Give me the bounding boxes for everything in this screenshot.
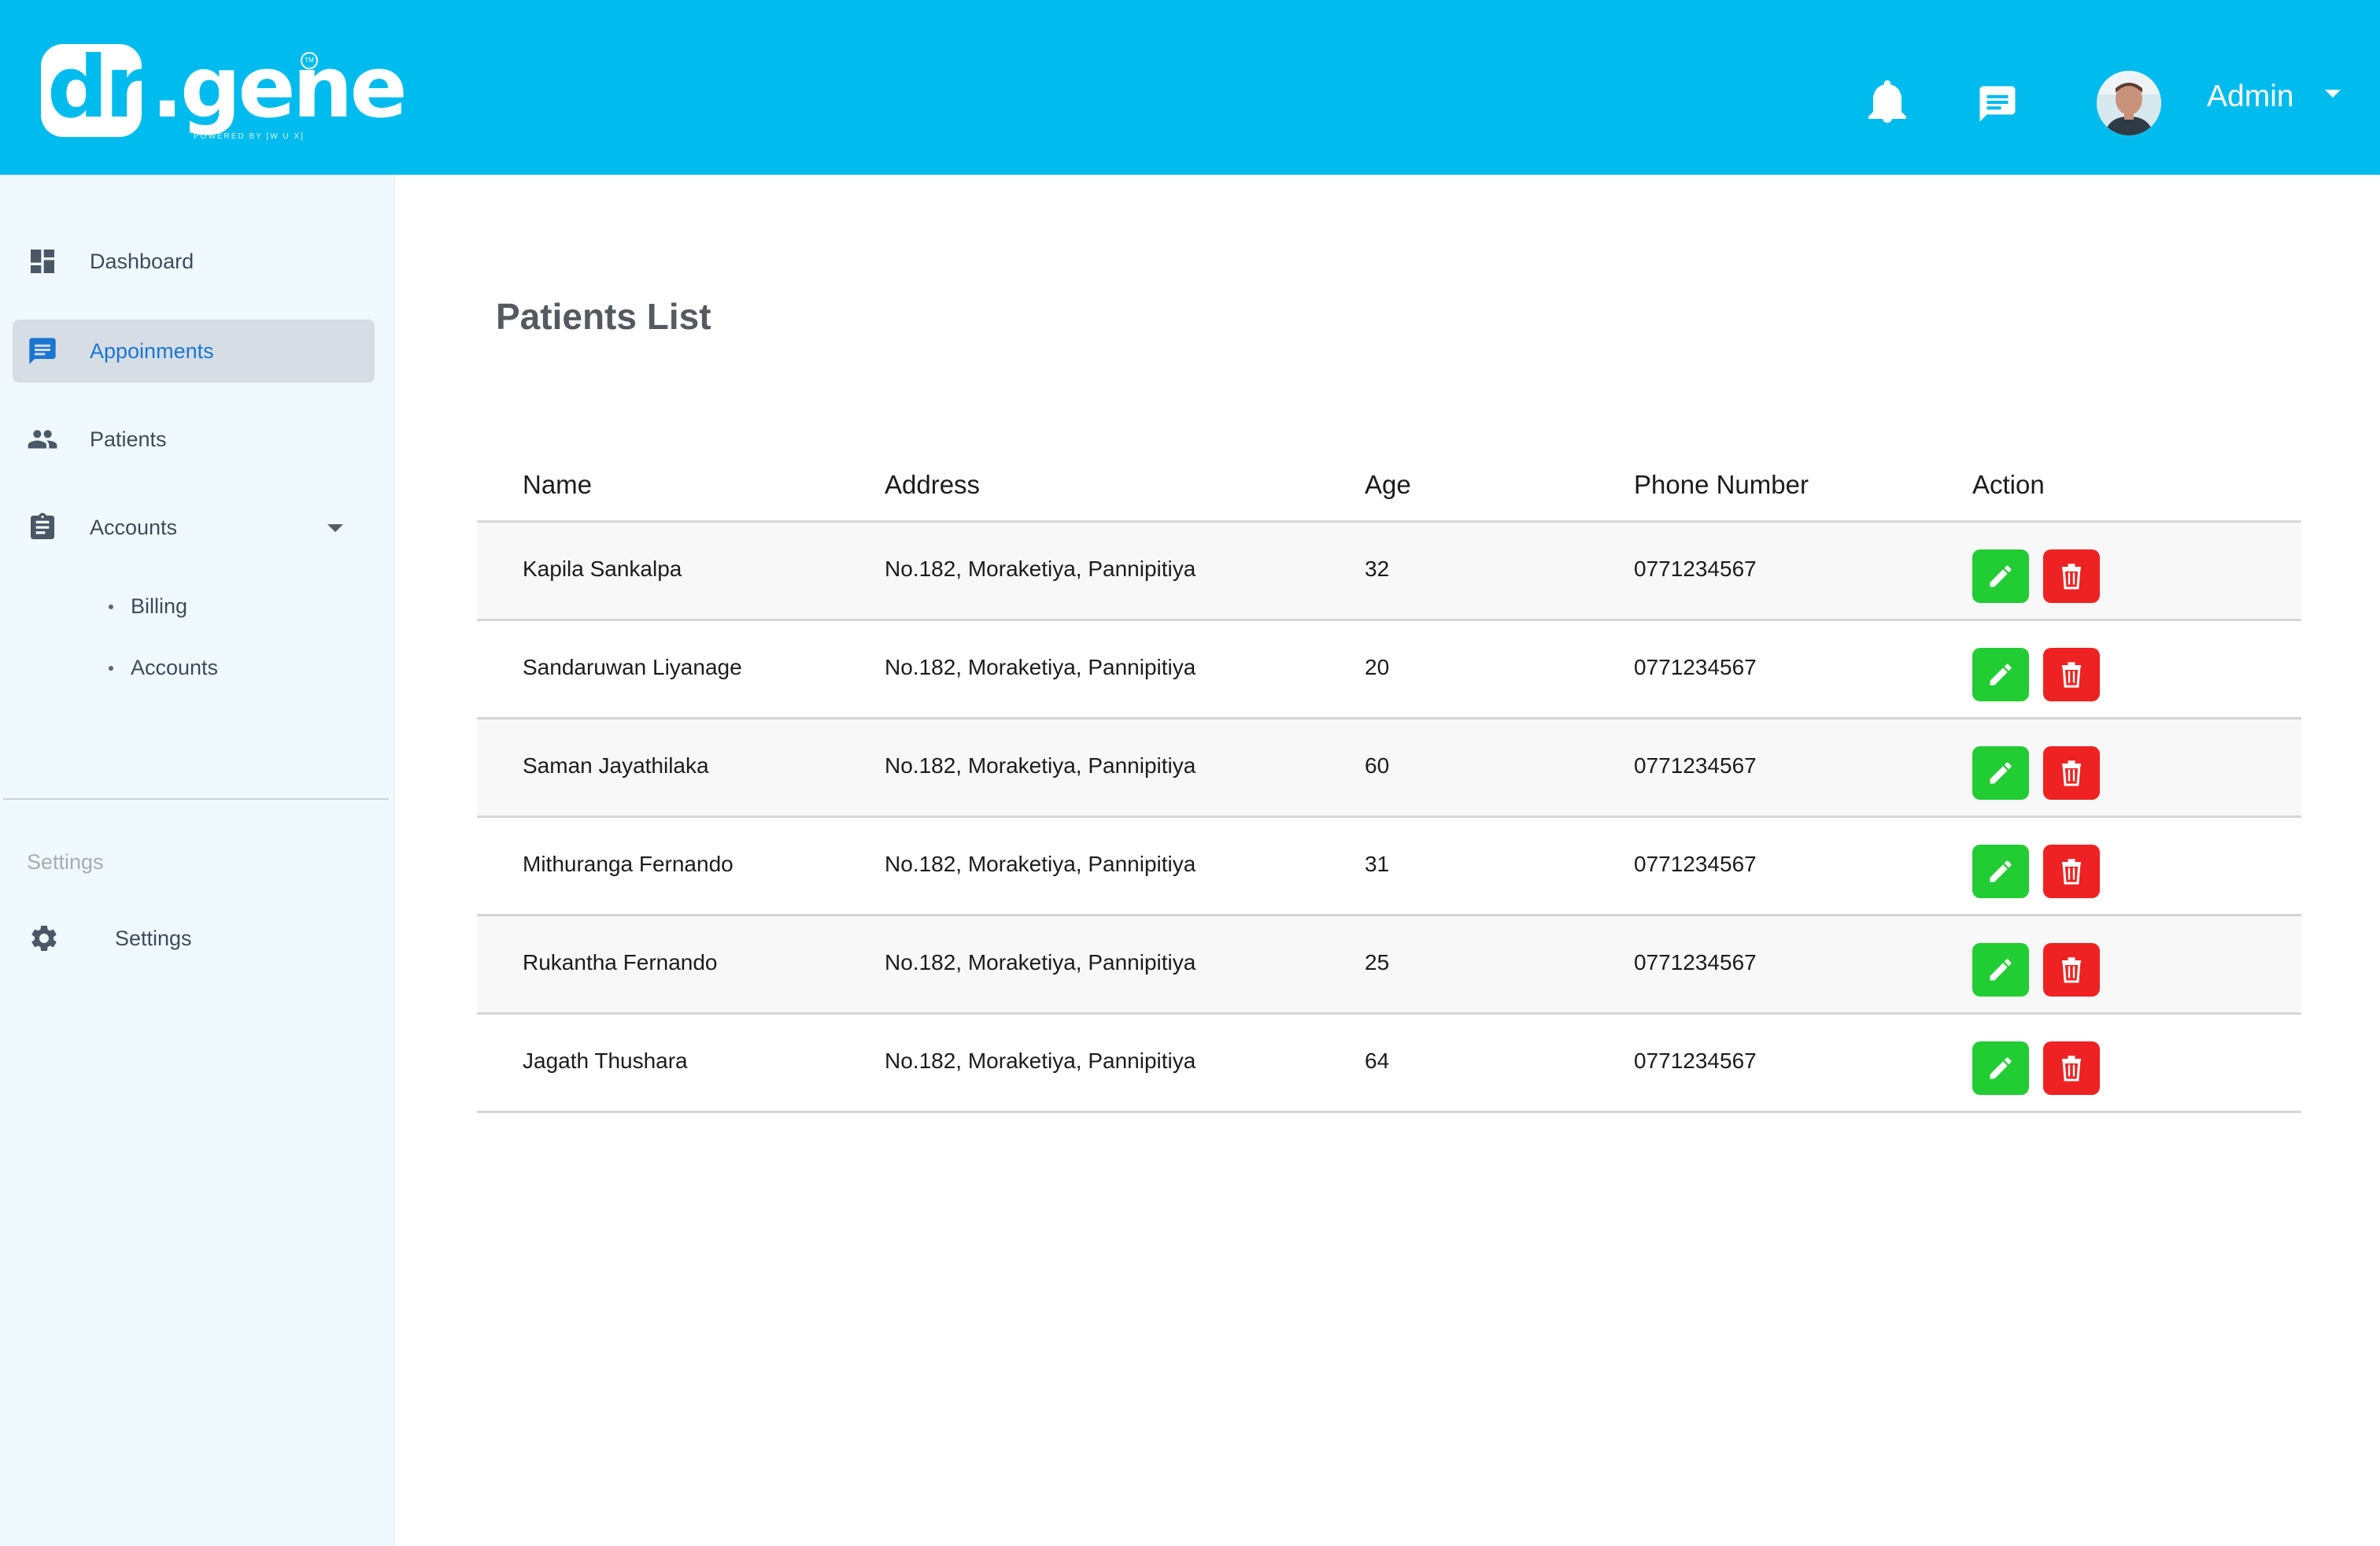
cell-age: 60 [1365,753,1390,778]
edit-button[interactable] [1972,845,2029,898]
cell-phone: 0771234567 [1634,852,1757,876]
page-title: Patients List [496,296,711,337]
edit-button[interactable] [1972,549,2029,603]
column-header-name: Name [523,470,593,499]
pencil-icon [1990,565,2012,587]
top-bar: dr .gene TM POWERED BY [W U X] Admin [0,0,2380,175]
column-header-address: Address [885,470,981,499]
people-icon [27,423,58,455]
logo-box-text: dr [47,39,147,137]
sidebar-item-label: Patients [90,427,167,451]
sidebar-subitem-label: Billing [131,594,188,618]
pencil-icon [1990,664,2012,686]
delete-button[interactable] [2043,746,2100,800]
cell-phone: 0771234567 [1634,1049,1757,1073]
table-row: Jagath Thushara No.182, Moraketiya, Pann… [477,1015,2301,1113]
user-name[interactable]: Admin [2207,79,2294,115]
sidebar-section-label: Settings [27,850,104,874]
sidebar-item-accounts[interactable]: Accounts [13,496,375,559]
sidebar-item-label: Appoinments [90,339,214,363]
sidebar-item-settings[interactable]: Settings [13,907,375,970]
bell-icon[interactable] [1864,79,1911,126]
column-header-action: Action [1972,470,2045,499]
trash-icon [2062,564,2081,590]
trash-icon [2062,859,2081,885]
cell-name: Saman Jayathilaka [523,753,709,778]
chat-icon[interactable] [1974,80,2021,128]
cell-name: Mithuranga Fernando [523,852,734,876]
table-row: Saman Jayathilaka No.182, Moraketiya, Pa… [477,719,2301,818]
sidebar-item-patients[interactable]: Patients [13,408,375,471]
sidebar-item-label: Accounts [90,516,178,539]
main-content: Patients List Name Address Age Phone Num… [395,175,2380,1546]
bullet-icon [109,605,113,609]
cell-age: 20 [1365,655,1390,679]
cell-address: No.182, Moraketiya, Pannipitiya [885,1049,1196,1073]
sidebar-item-label: Dashboard [90,250,194,273]
cell-age: 64 [1365,1049,1390,1073]
cell-phone: 0771234567 [1634,753,1757,778]
column-header-age: Age [1365,470,1411,499]
clipboard-icon [27,512,58,543]
cell-age: 31 [1365,852,1390,876]
trash-icon [2062,957,2081,983]
delete-button[interactable] [2043,549,2100,603]
dashboard-icon [27,246,58,277]
cell-address: No.182, Moraketiya, Pannipitiya [885,852,1196,876]
cell-address: No.182, Moraketiya, Pannipitiya [885,950,1196,975]
sidebar-item-appoinments[interactable]: Appoinments [13,320,375,383]
pencil-icon [1990,860,2012,882]
edit-button[interactable] [1972,943,2029,997]
table-header: Name Address Age Phone Number Action [477,447,2301,523]
cell-phone: 0771234567 [1634,655,1757,679]
sidebar-subitem-label: Accounts [131,656,219,679]
chevron-down-icon[interactable] [2325,90,2341,98]
sidebar-item-label: Settings [115,926,192,950]
logo-tagline: POWERED BY [W U X] [194,132,305,141]
cell-name: Sandaruwan Liyanage [523,655,742,679]
sidebar: Dashboard Appoinments Patients Accounts [0,175,395,1546]
cell-name: Rukantha Fernando [523,950,718,975]
pencil-icon [1990,1057,2012,1079]
edit-button[interactable] [1972,1041,2029,1095]
bullet-icon [109,666,113,671]
cell-name: Jagath Thushara [523,1049,688,1073]
pencil-icon [1990,959,2012,981]
cell-age: 25 [1365,950,1390,975]
sidebar-divider [3,798,389,800]
cell-age: 32 [1365,557,1390,581]
cell-phone: 0771234567 [1634,950,1757,975]
trademark-mark: TM [301,52,318,69]
patients-table: Name Address Age Phone Number Action Kap… [477,447,2301,1113]
edit-button[interactable] [1972,746,2029,800]
trash-icon [2062,1056,2081,1082]
table-row: Sandaruwan Liyanage No.182, Moraketiya, … [477,621,2301,719]
delete-button[interactable] [2043,1041,2100,1095]
chat-icon [27,335,58,367]
trash-icon [2062,662,2081,688]
logo-wordmark: .gene [151,39,408,137]
delete-button[interactable] [2043,943,2100,997]
dr-gene-logo[interactable]: dr .gene TM POWERED BY [W U X] [39,39,408,153]
cell-address: No.182, Moraketiya, Pannipitiya [885,557,1196,581]
table-row: Kapila Sankalpa No.182, Moraketiya, Pann… [477,523,2301,621]
gear-icon [28,923,60,954]
delete-button[interactable] [2043,845,2100,898]
avatar[interactable] [2097,71,2161,135]
cell-address: No.182, Moraketiya, Pannipitiya [885,655,1196,679]
trash-icon [2062,760,2081,786]
edit-button[interactable] [1972,648,2029,701]
pencil-icon [1990,762,2012,784]
cell-name: Kapila Sankalpa [523,557,682,581]
table-row: Mithuranga Fernando No.182, Moraketiya, … [477,818,2301,916]
sidebar-item-dashboard[interactable]: Dashboard [13,230,375,293]
column-header-phone: Phone Number [1634,470,1809,499]
chevron-down-icon[interactable] [327,524,343,532]
cell-phone: 0771234567 [1634,557,1757,581]
delete-button[interactable] [2043,648,2100,701]
cell-address: No.182, Moraketiya, Pannipitiya [885,753,1196,778]
table-row: Rukantha Fernando No.182, Moraketiya, Pa… [477,916,2301,1015]
